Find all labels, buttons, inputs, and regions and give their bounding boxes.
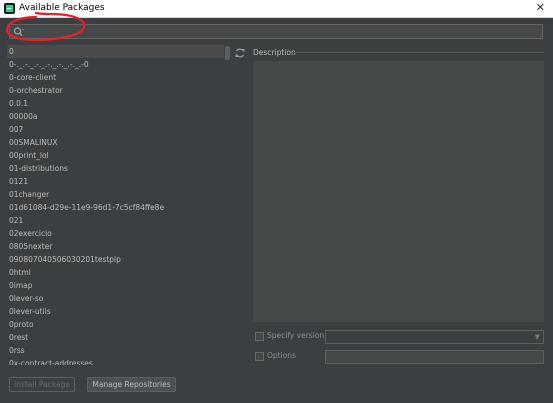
specify-version-checkbox[interactable] <box>255 332 264 341</box>
search-icon[interactable] <box>13 26 25 38</box>
package-list-item[interactable]: 0rest <box>7 331 230 344</box>
refresh-icon[interactable] <box>234 47 246 59</box>
package-list-item[interactable]: 02exercicio <box>7 227 230 240</box>
package-list-item[interactable]: 0-core-client <box>7 71 230 84</box>
package-list-scrollbar[interactable] <box>224 45 231 365</box>
package-list-item[interactable]: 00000a <box>7 110 230 123</box>
manage-repositories-button[interactable]: Manage Repositories <box>87 377 176 392</box>
package-list-item[interactable]: 01-distributions <box>7 162 230 175</box>
window-title: Available Packages <box>19 3 105 13</box>
package-list-item[interactable]: 090807040506030201testpip <box>7 253 230 266</box>
package-list-item[interactable]: 0rss <box>7 344 230 357</box>
package-list[interactable]: 0 0-._.-._.-._.-._.-._.-._.-0 0-core-clien… <box>7 45 231 365</box>
version-select: ▼ <box>325 330 544 344</box>
package-list-item[interactable]: 0805nexter <box>7 240 230 253</box>
options-label[interactable]: Options <box>267 351 296 360</box>
package-list-item[interactable]: 01d61084-d29e-11e9-96d1-7c5cf84ffe8e <box>7 201 230 214</box>
description-label: Description <box>253 48 296 57</box>
package-list-item[interactable]: 0.0.1 <box>7 97 230 110</box>
package-list-item[interactable]: 0121 <box>7 175 230 188</box>
package-list-item[interactable]: 0html <box>7 266 230 279</box>
chevron-down-icon: ▼ <box>534 333 540 341</box>
package-list-item[interactable]: 01changer <box>7 188 230 201</box>
description-divider <box>292 52 544 53</box>
search-input[interactable] <box>30 25 535 38</box>
title-bar: Available Packages ✕ <box>0 0 553 18</box>
package-list-item[interactable]: 007 <box>7 123 230 136</box>
description-panel <box>253 61 544 322</box>
package-list-item[interactable]: 0lever-utils <box>7 305 230 318</box>
specify-version-label[interactable]: Specify version <box>267 331 324 340</box>
pycharm-app-icon <box>4 3 15 14</box>
options-input <box>325 350 544 364</box>
package-list-item[interactable]: 00print_lol <box>7 149 230 162</box>
package-list-item[interactable]: 0lever-so <box>7 292 230 305</box>
search-field[interactable] <box>9 24 543 39</box>
package-list-item[interactable]: 0 <box>7 45 230 58</box>
package-list-item[interactable]: 00SMALINUX <box>7 136 230 149</box>
options-checkbox[interactable] <box>255 352 264 361</box>
package-list-item[interactable]: 0x-contract-addresses <box>7 357 230 365</box>
package-list-item[interactable]: 0-._.-._.-._.-._.-._.-._.-0 <box>7 58 230 71</box>
scrollbar-thumb[interactable] <box>225 46 230 60</box>
install-package-button[interactable]: Install Package <box>9 377 75 392</box>
close-icon[interactable]: ✕ <box>536 1 545 14</box>
package-list-item[interactable]: 0-orchestrator <box>7 84 230 97</box>
package-list-item[interactable]: 0proto <box>7 318 230 331</box>
package-list-item[interactable]: 0imap <box>7 279 230 292</box>
package-list-item[interactable]: 021 <box>7 214 230 227</box>
